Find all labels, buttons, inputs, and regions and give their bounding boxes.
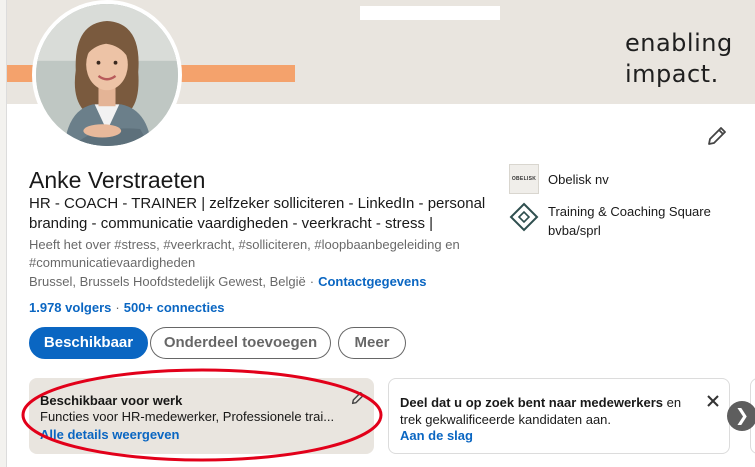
contact-info-link[interactable]: Contactgegevens <box>318 274 426 289</box>
edit-profile-button[interactable] <box>705 124 733 152</box>
followers-link[interactable]: 1.978 volgers <box>29 300 111 315</box>
more-button[interactable]: Meer <box>338 327 406 359</box>
pencil-icon <box>708 127 726 145</box>
banner-slogan: enabling impact. <box>625 28 733 90</box>
square-logo <box>509 202 539 232</box>
separator-dot: · <box>309 274 315 289</box>
profile-card: enabling impact. Anke Verstraeten HR - C… <box>6 0 755 467</box>
company-item-obelisk[interactable]: OBELISK Obelisk nv <box>509 164 738 194</box>
close-icon <box>707 395 719 407</box>
separator-dot: · <box>115 300 120 315</box>
company-name: Obelisk nv <box>548 172 609 187</box>
chevron-right-icon: ❯ <box>734 406 750 425</box>
profile-headline: HR - COACH - TRAINER | zelfzeker sollici… <box>29 195 486 232</box>
get-started-link[interactable]: Aan de slag <box>400 428 473 444</box>
hiring-share-text: Deel dat u op zoek bent naar medewerkers… <box>400 394 690 428</box>
open-to-work-roles: Functies voor HR-medewerker, Professione… <box>40 409 335 424</box>
company-name: Training & Coaching Square bvba/sprl <box>548 204 711 238</box>
banner-redaction <box>360 6 500 20</box>
connections-link[interactable]: 500+ connecties <box>124 300 225 315</box>
avatar-photo <box>36 4 178 146</box>
hiring-share-title: Deel dat u op zoek bent naar medewerkers <box>400 395 663 410</box>
hiring-share-card[interactable]: Deel dat u op zoek bent naar medewerkers… <box>388 378 730 454</box>
profile-location-row: Brussel, Brussels Hoofdstedelijk Gewest,… <box>29 273 426 291</box>
open-to-work-title: Beschikbaar voor werk <box>40 393 183 408</box>
open-to-work-card[interactable]: Beschikbaar voor werk Functies voor HR-m… <box>29 378 374 454</box>
open-to-button[interactable]: Beschikbaar <box>29 327 148 359</box>
edit-open-to-work-button[interactable] <box>350 390 366 406</box>
profile-name: Anke Verstraeten <box>29 167 206 193</box>
add-section-button[interactable]: Onderdeel toevoegen <box>150 327 331 359</box>
obelisk-logo: OBELISK <box>509 164 539 194</box>
profile-location: Brussel, Brussels Hoofdstedelijk Gewest,… <box>29 274 306 289</box>
dismiss-button[interactable] <box>703 391 723 411</box>
profile-topics: Heeft het over #stress, #veerkracht, #so… <box>29 237 460 270</box>
carousel-next-button[interactable]: ❯ <box>727 401 755 431</box>
network-counts: 1.978 volgers · 500+ connecties <box>29 299 225 317</box>
pencil-icon <box>351 391 365 405</box>
banner-slogan-line-2: impact. <box>625 60 719 88</box>
avatar[interactable] <box>32 0 182 150</box>
banner-slogan-line-1: enabling <box>625 29 733 57</box>
company-item-training-coaching[interactable]: Training & Coaching Square bvba/sprl <box>509 202 738 240</box>
show-details-link[interactable]: Alle details weergeven <box>40 427 179 443</box>
